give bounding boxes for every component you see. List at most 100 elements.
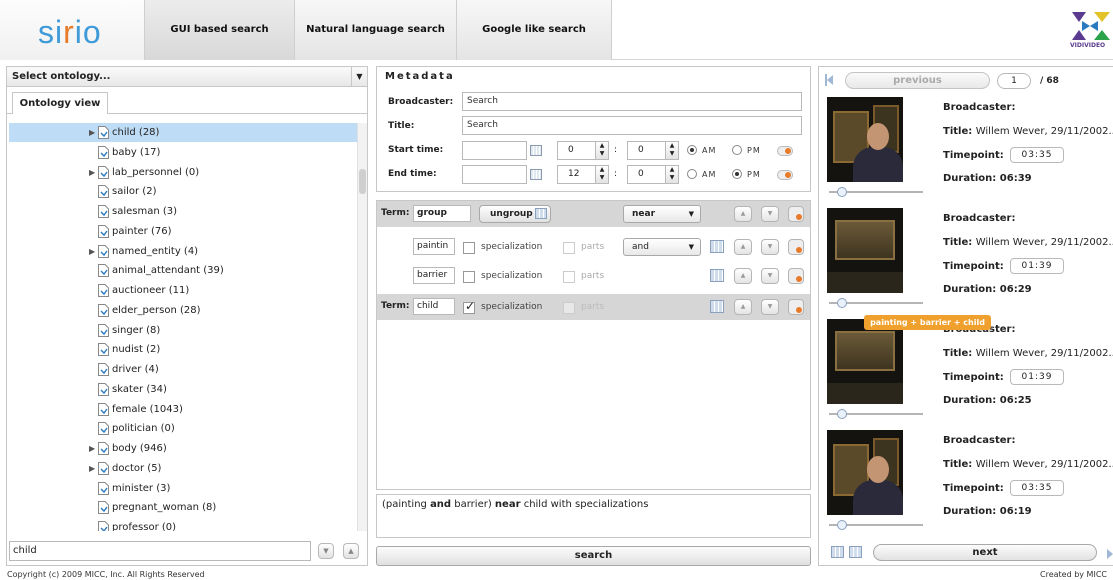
page-number-input[interactable]: 1 [997, 73, 1031, 89]
tree-item[interactable]: female (1043) [9, 400, 357, 419]
ontology-browse-icon[interactable] [710, 269, 724, 282]
start-am-radio[interactable] [687, 145, 697, 155]
title-input[interactable]: Search [462, 116, 802, 135]
tree-item[interactable]: baby (17) [9, 143, 357, 162]
term-input-child[interactable]: child [413, 298, 455, 315]
ontology-filter-input[interactable]: child [9, 541, 311, 561]
last-page-icon[interactable] [1105, 548, 1113, 560]
parts-checkbox[interactable] [563, 242, 575, 254]
filter-down-button[interactable]: ▼ [318, 543, 334, 559]
tree-item[interactable]: painter (76) [9, 222, 357, 241]
list-view-icon[interactable] [849, 546, 862, 558]
chevron-down-icon[interactable]: ▼ [351, 67, 367, 87]
move-down-button[interactable]: ▼ [761, 268, 779, 284]
delete-icon[interactable] [788, 239, 804, 255]
tree-item[interactable]: sailor (2) [9, 182, 357, 201]
delete-icon[interactable] [788, 268, 804, 284]
next-button[interactable]: next [873, 544, 1097, 561]
tree-item[interactable]: professor (0) [9, 518, 357, 531]
result-timepoint-value[interactable]: 01:39 [1010, 369, 1064, 385]
start-minute-stepper[interactable]: ▲ ▼ [665, 141, 679, 160]
term-input-painting[interactable]: paintin [413, 238, 455, 255]
parts-checkbox[interactable] [563, 302, 575, 314]
expand-arrow-icon[interactable]: ▶ [89, 242, 95, 261]
result-thumbnail[interactable] [827, 430, 903, 515]
tree-item[interactable]: politician (0) [9, 419, 357, 438]
result-thumbnail[interactable] [827, 97, 903, 182]
term-operator-select[interactable]: and ▼ [623, 238, 701, 256]
timeline-knob[interactable] [837, 187, 847, 197]
timeline-knob[interactable] [837, 298, 847, 308]
tree-item[interactable]: ▶ lab_personnel (0) [9, 163, 357, 182]
expand-arrow-icon[interactable]: ▶ [89, 439, 95, 458]
timeline-knob[interactable] [837, 520, 847, 530]
calendar-icon[interactable] [530, 169, 542, 180]
end-hour-stepper[interactable]: ▲ ▼ [595, 165, 609, 184]
tab-gui-based-search[interactable]: GUI based search [145, 0, 295, 60]
tree-item[interactable]: singer (8) [9, 321, 357, 340]
search-button[interactable]: search [376, 546, 811, 566]
tree-item[interactable]: ▶ child (28) [9, 123, 357, 142]
tree-item[interactable]: ▶ doctor (5) [9, 459, 357, 478]
start-time-toggle-icon[interactable] [777, 146, 793, 156]
expand-arrow-icon[interactable]: ▶ [89, 123, 95, 142]
tree-item[interactable]: elder_person (28) [9, 301, 357, 320]
group-name-input[interactable]: group [413, 205, 471, 222]
end-minute-stepper[interactable]: ▲ ▼ [665, 165, 679, 184]
expand-arrow-icon[interactable]: ▶ [89, 163, 95, 182]
result-thumbnail[interactable] [827, 208, 903, 293]
move-down-button[interactable]: ▼ [761, 299, 779, 315]
end-hour-input[interactable]: 12 [557, 165, 599, 184]
broadcaster-input[interactable]: Search [462, 92, 802, 111]
move-up-button[interactable]: ▲ [734, 299, 752, 315]
ontology-browse-icon[interactable] [710, 240, 724, 253]
tab-ontology-view[interactable]: Ontology view [12, 92, 108, 114]
tab-natural-language-search[interactable]: Natural language search [295, 0, 457, 60]
end-pm-radio[interactable] [732, 169, 742, 179]
result-timepoint-value[interactable]: 03:35 [1010, 147, 1064, 163]
specialization-checkbox[interactable] [463, 271, 475, 283]
delete-icon[interactable] [788, 299, 804, 315]
result-timepoint-value[interactable]: 01:39 [1010, 258, 1064, 274]
tree-item[interactable]: driver (4) [9, 360, 357, 379]
result-thumbnail[interactable] [827, 319, 903, 404]
group-operator-select[interactable]: near ▼ [623, 205, 701, 223]
tab-google-like-search[interactable]: Google like search [457, 0, 612, 60]
tree-item[interactable]: skater (34) [9, 380, 357, 399]
tree-item[interactable]: nudist (2) [9, 340, 357, 359]
calendar-icon[interactable] [530, 145, 542, 156]
grid-view-icon[interactable] [831, 546, 844, 558]
ontology-select[interactable]: Select ontology... ▼ [7, 67, 367, 87]
result-timepoint-value[interactable]: 03:35 [1010, 480, 1064, 496]
term-input-barrier[interactable]: barrier [413, 267, 455, 284]
move-down-button[interactable]: ▼ [761, 239, 779, 255]
first-page-icon[interactable] [825, 74, 835, 86]
end-minute-input[interactable]: 0 [627, 165, 669, 184]
tree-item[interactable]: animal_attendant (39) [9, 261, 357, 280]
end-am-radio[interactable] [687, 169, 697, 179]
sirio-logo[interactable]: sirio [0, 0, 145, 60]
specialization-checkbox[interactable]: ✓ [463, 299, 475, 314]
parts-checkbox[interactable] [563, 271, 575, 283]
previous-button[interactable]: previous [845, 72, 990, 89]
ontology-browse-icon[interactable] [710, 300, 724, 313]
timeline-knob[interactable] [837, 409, 847, 419]
tree-item[interactable]: ▶ named_entity (4) [9, 242, 357, 261]
tree-item[interactable]: ▶ body (946) [9, 439, 357, 458]
filter-up-button[interactable]: ▲ [343, 543, 359, 559]
move-up-button[interactable]: ▲ [734, 206, 752, 222]
tree-scrollbar[interactable] [357, 123, 367, 531]
tree-item[interactable]: minister (3) [9, 479, 357, 498]
move-down-button[interactable]: ▼ [761, 206, 779, 222]
tree-item[interactable]: pregnant_woman (8) [9, 498, 357, 517]
start-date-input[interactable] [462, 141, 527, 160]
expand-arrow-icon[interactable]: ▶ [89, 459, 95, 478]
move-up-button[interactable]: ▲ [734, 268, 752, 284]
start-minute-input[interactable]: 0 [627, 141, 669, 160]
end-date-input[interactable] [462, 165, 527, 184]
tree-item[interactable]: salesman (3) [9, 202, 357, 221]
start-hour-input[interactable]: 0 [557, 141, 599, 160]
start-hour-stepper[interactable]: ▲ ▼ [595, 141, 609, 160]
specialization-checkbox[interactable] [463, 242, 475, 254]
tree-item[interactable]: auctioneer (11) [9, 281, 357, 300]
